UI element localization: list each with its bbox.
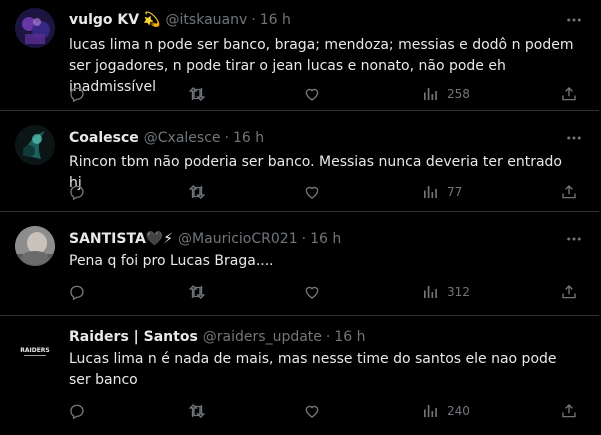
retweet-icon xyxy=(188,87,206,101)
display-name[interactable]: vulgo KV xyxy=(69,12,139,28)
views-button[interactable]: 258 xyxy=(421,84,470,104)
more-icon[interactable] xyxy=(565,11,583,29)
tweet-header: SANTISTA🖤⚡ @MauricioCR021 · 16 h xyxy=(69,229,341,249)
display-name[interactable]: Coalesce xyxy=(69,130,139,146)
share-button[interactable] xyxy=(560,84,578,104)
share-icon xyxy=(562,404,576,418)
retweet-icon xyxy=(188,404,206,418)
like-button[interactable] xyxy=(303,401,321,421)
timestamp[interactable]: 16 h xyxy=(233,130,264,146)
tweet-header: vulgo KV 💫 @itskauanv · 16 h xyxy=(69,10,291,30)
separator-dot: · xyxy=(224,130,229,146)
views-count: 240 xyxy=(447,404,470,418)
tweet[interactable]: RAIDERS Raiders | Santos @raiders_update… xyxy=(0,316,599,435)
retweet-icon xyxy=(188,285,206,299)
share-icon xyxy=(562,87,576,101)
reply-button[interactable] xyxy=(68,182,86,202)
like-button[interactable] xyxy=(303,182,321,202)
retweet-button[interactable] xyxy=(188,182,206,202)
more-icon[interactable] xyxy=(565,230,583,248)
like-icon xyxy=(305,405,319,418)
views-icon xyxy=(424,286,437,298)
svg-text:RAIDERS: RAIDERS xyxy=(20,347,50,354)
separator-dot: · xyxy=(325,329,331,345)
timestamp[interactable]: 16 h xyxy=(260,12,291,28)
like-button[interactable] xyxy=(303,84,321,104)
display-name[interactable]: Raiders | Santos xyxy=(69,329,198,345)
action-bar: 77 xyxy=(58,182,588,202)
views-button[interactable]: 77 xyxy=(421,182,462,202)
separator-dot: · xyxy=(301,231,307,247)
tweet-text: Lucas lima n é nada de mais, mas nesse t… xyxy=(69,351,557,388)
action-bar: 258 xyxy=(58,84,588,104)
tweet[interactable]: SANTISTA🖤⚡ @MauricioCR021 · 16 h Pena q … xyxy=(0,212,599,316)
timestamp[interactable]: 16 h xyxy=(334,329,365,345)
like-icon xyxy=(305,286,319,299)
views-button[interactable]: 240 xyxy=(421,401,470,421)
views-count: 258 xyxy=(447,87,470,101)
tweet-text: Pena q foi pro Lucas Braga.... xyxy=(69,253,274,269)
tweet-header: Coalesce @Cxalesce · 16 h xyxy=(69,128,264,148)
reply-button[interactable] xyxy=(68,282,86,302)
share-icon xyxy=(562,285,576,299)
avatar[interactable] xyxy=(15,125,55,165)
reply-button[interactable] xyxy=(68,84,86,104)
share-button[interactable] xyxy=(560,282,578,302)
timestamp[interactable]: 16 h xyxy=(310,231,341,247)
views-button[interactable]: 312 xyxy=(421,282,470,302)
action-bar: 240 xyxy=(58,401,588,421)
views-icon xyxy=(424,405,437,417)
handle[interactable]: @Cxalesce xyxy=(144,130,221,146)
retweet-button[interactable] xyxy=(188,401,206,421)
share-button[interactable] xyxy=(560,401,578,421)
handle[interactable]: @MauricioCR021 xyxy=(178,231,298,247)
reply-icon xyxy=(70,404,84,420)
like-icon xyxy=(305,88,319,101)
like-icon xyxy=(305,186,319,199)
reply-icon xyxy=(70,285,84,301)
share-button[interactable] xyxy=(560,182,578,202)
tweet[interactable]: vulgo KV 💫 @itskauanv · 16 h lucas lima … xyxy=(0,0,599,111)
handle[interactable]: @itskauanv xyxy=(166,12,248,28)
reply-icon xyxy=(70,87,84,103)
retweet-button[interactable] xyxy=(188,84,206,104)
badge-emoji: 💫 xyxy=(143,12,161,28)
like-button[interactable] xyxy=(303,282,321,302)
views-count: 312 xyxy=(447,285,470,299)
views-icon xyxy=(424,88,437,100)
display-name[interactable]: SANTISTA🖤⚡ xyxy=(69,231,173,247)
avatar[interactable] xyxy=(15,8,55,48)
separator-dot: · xyxy=(251,12,256,28)
tweet[interactable]: Coalesce @Cxalesce · 16 h Rincon tbm não… xyxy=(0,111,599,212)
more-icon[interactable] xyxy=(565,129,583,147)
handle[interactable]: @raiders_update xyxy=(203,329,322,345)
share-icon xyxy=(562,185,576,199)
reply-icon xyxy=(70,185,84,201)
avatar[interactable]: RAIDERS xyxy=(15,330,55,370)
views-icon xyxy=(424,186,437,198)
views-count: 77 xyxy=(447,185,463,199)
avatar[interactable] xyxy=(15,226,55,266)
tweet-header: Raiders | Santos @raiders_update · 16 h xyxy=(69,327,366,347)
reply-button[interactable] xyxy=(68,401,86,421)
retweet-icon xyxy=(188,185,206,199)
action-bar: 312 xyxy=(58,282,588,302)
retweet-button[interactable] xyxy=(188,282,206,302)
